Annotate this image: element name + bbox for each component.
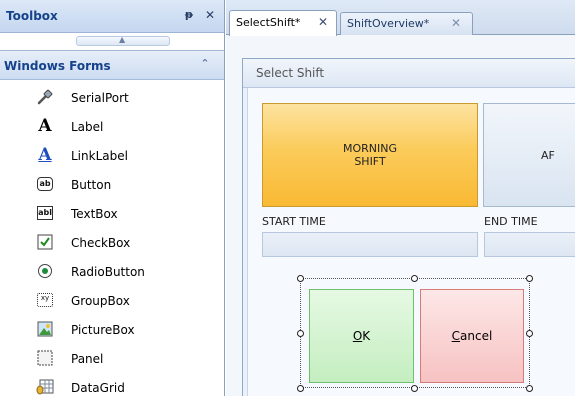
resize-handle-w[interactable] bbox=[297, 330, 304, 337]
ok-mnemonic: O bbox=[352, 329, 363, 343]
tool-label: LinkLabel bbox=[71, 149, 128, 163]
tool-label: CheckBox bbox=[71, 236, 131, 250]
morning-label-line2: SHIFT bbox=[354, 155, 386, 168]
category-title: Windows Forms bbox=[4, 59, 111, 73]
tool-label: GroupBox bbox=[71, 294, 130, 308]
afternoon-shift-label: AF bbox=[541, 148, 555, 162]
ok-button[interactable]: OK bbox=[309, 289, 414, 383]
afternoon-shift-button[interactable]: AF bbox=[483, 103, 575, 207]
toolbox-header: Toolbox ᵽ ✕ bbox=[0, 0, 224, 33]
close-icon[interactable]: ✕ bbox=[203, 7, 217, 23]
tab-label: ShiftOverview* bbox=[347, 17, 430, 30]
start-time-field[interactable] bbox=[262, 232, 478, 257]
tab-selectshift[interactable]: SelectShift* ✕ bbox=[229, 10, 337, 36]
tool-label: TextBox bbox=[71, 207, 118, 221]
pin-icon[interactable]: ᵽ bbox=[182, 7, 196, 23]
category-windows-forms[interactable]: Windows Forms ⌃ bbox=[0, 50, 224, 80]
end-time-field[interactable] bbox=[484, 232, 575, 257]
resize-handle-ne[interactable] bbox=[526, 275, 533, 282]
cancel-mnemonic: C bbox=[451, 329, 461, 343]
resize-handle-n[interactable] bbox=[411, 275, 418, 282]
radiobutton-icon bbox=[36, 262, 54, 280]
form-body: MORNING SHIFT AF START TIME END TIME OK bbox=[247, 88, 575, 396]
form-title-bar: Select Shift bbox=[243, 59, 575, 88]
resize-handle-s[interactable] bbox=[411, 385, 418, 392]
tool-button[interactable]: ab Button bbox=[0, 173, 224, 197]
cancel-rest: ancel bbox=[460, 329, 493, 343]
collapse-icon[interactable]: ⌃ bbox=[198, 57, 212, 71]
toolbox-panel: Toolbox ᵽ ✕ ▲ Windows Forms ⌃ SerialPort… bbox=[0, 0, 225, 396]
ok-button-label: OK bbox=[353, 329, 370, 343]
end-time-label: END TIME bbox=[484, 215, 538, 228]
form-title: Select Shift bbox=[256, 66, 325, 80]
linklabel-icon: A bbox=[38, 145, 52, 165]
morning-label-line1: MORNING bbox=[342, 142, 398, 155]
tool-picturebox[interactable]: PictureBox bbox=[0, 318, 224, 342]
chevron-up-icon: ▲ bbox=[119, 35, 126, 44]
tool-groupbox[interactable]: xy GroupBox bbox=[0, 289, 224, 313]
tool-panel[interactable]: Panel bbox=[0, 347, 224, 371]
close-icon[interactable]: ✕ bbox=[451, 16, 461, 30]
ok-rest: K bbox=[362, 329, 371, 343]
tool-textbox[interactable]: abl TextBox bbox=[0, 202, 224, 226]
textbox-icon-glyph: abl bbox=[37, 206, 53, 220]
morning-shift-button[interactable]: MORNING SHIFT bbox=[262, 103, 478, 207]
tab-label: SelectShift* bbox=[236, 16, 301, 29]
tool-label: PictureBox bbox=[71, 323, 135, 337]
tool-label: RadioButton bbox=[71, 265, 145, 279]
close-icon[interactable]: ✕ bbox=[318, 15, 328, 29]
document-area: SelectShift* ✕ ShiftOverview* ✕ Select S… bbox=[226, 0, 575, 396]
tool-label: Button bbox=[71, 178, 112, 192]
cancel-button[interactable]: Cancel bbox=[420, 289, 524, 383]
groupbox-icon: xy bbox=[36, 291, 54, 309]
tool-radiobutton[interactable]: RadioButton bbox=[0, 260, 224, 284]
button-icon-glyph: ab bbox=[37, 177, 53, 191]
checkbox-icon bbox=[36, 233, 54, 251]
resize-handle-sw[interactable] bbox=[297, 385, 304, 392]
morning-shift-label: MORNING SHIFT bbox=[343, 142, 397, 168]
groupbox-icon-glyph: xy bbox=[37, 293, 53, 307]
label-icon: A bbox=[38, 116, 52, 136]
button-icon: ab bbox=[36, 175, 54, 193]
textbox-icon: abl bbox=[36, 204, 54, 222]
tool-label: Label bbox=[71, 120, 104, 134]
tool-label: SerialPort bbox=[71, 91, 129, 105]
tool-label: DataGrid bbox=[71, 381, 125, 395]
tool-datagrid[interactable]: DataGrid bbox=[0, 376, 224, 396]
resize-handle-e[interactable] bbox=[526, 330, 533, 337]
form-designer: Select Shift MORNING SHIFT AF START TIME… bbox=[242, 58, 575, 396]
tab-shiftoverview[interactable]: ShiftOverview* ✕ bbox=[340, 12, 473, 35]
tool-label-control[interactable]: A Label bbox=[0, 115, 224, 139]
tool-checkbox[interactable]: CheckBox bbox=[0, 231, 224, 255]
tool-serialport[interactable]: SerialPort bbox=[0, 86, 224, 110]
document-tabstrip: SelectShift* ✕ ShiftOverview* ✕ bbox=[226, 0, 575, 36]
tool-linklabel[interactable]: A LinkLabel bbox=[0, 144, 224, 168]
toolbox-title: Toolbox bbox=[6, 9, 58, 23]
picturebox-icon bbox=[36, 320, 54, 338]
toolbox-scroll-up-handle[interactable]: ▲ bbox=[76, 35, 170, 46]
start-time-label: START TIME bbox=[262, 215, 326, 228]
datagrid-icon bbox=[36, 378, 54, 396]
cancel-button-label: Cancel bbox=[452, 329, 493, 343]
resize-handle-se[interactable] bbox=[526, 385, 533, 392]
tool-label: Panel bbox=[71, 352, 104, 366]
serialport-icon bbox=[36, 88, 54, 106]
resize-handle-nw[interactable] bbox=[297, 275, 304, 282]
panel-icon bbox=[36, 349, 54, 367]
